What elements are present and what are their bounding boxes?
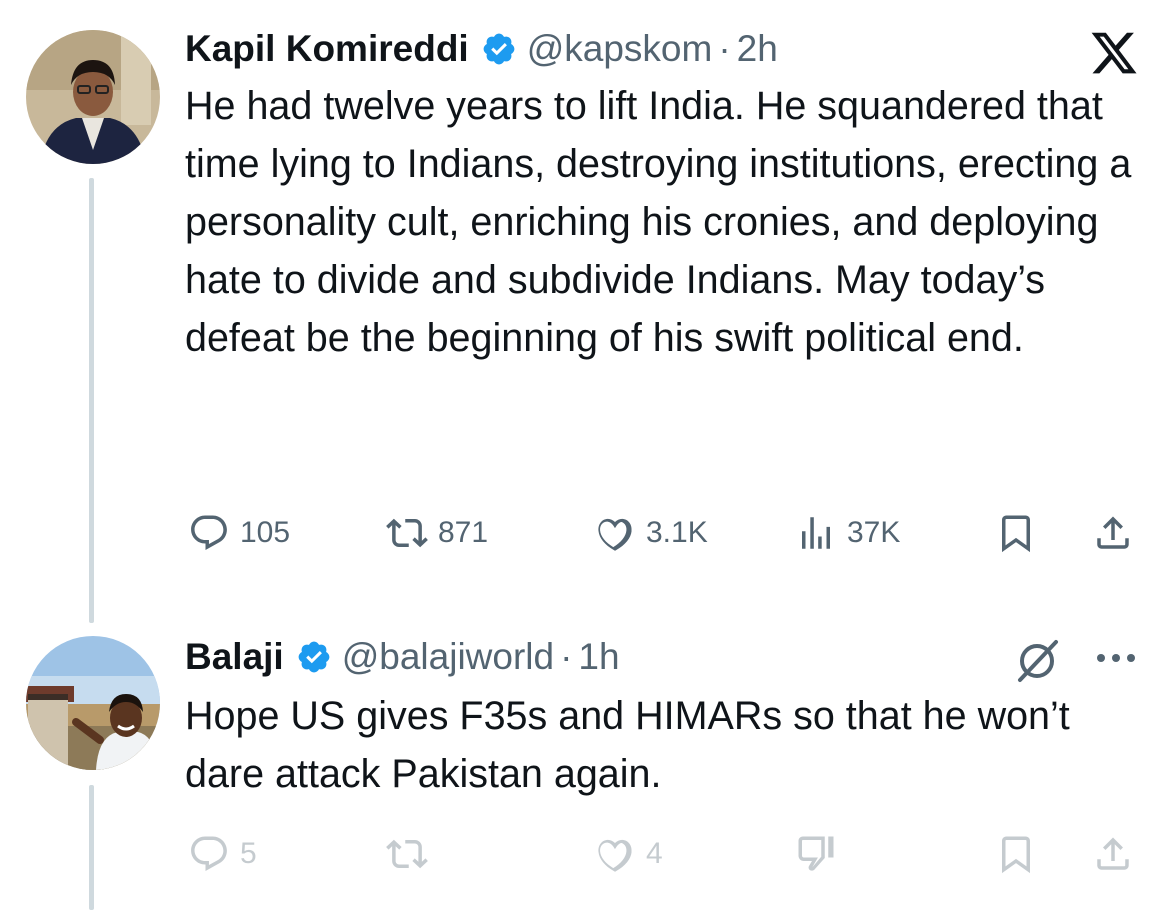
bookmark-button[interactable] <box>995 833 1037 875</box>
share-icon <box>1097 837 1129 870</box>
x-logo-icon[interactable] <box>1088 28 1140 83</box>
reply-count: 105 <box>240 516 291 549</box>
author-name[interactable]: Kapil Komireddi <box>185 28 469 70</box>
thread-line-bottom <box>89 785 94 910</box>
reply-button[interactable]: 105 <box>188 512 290 554</box>
avatar-balaji[interactable] <box>26 636 160 770</box>
tweet-kapil[interactable]: Kapil Komireddi @kapskom · 2h He had twe… <box>185 28 1143 367</box>
repost-icon <box>386 839 428 869</box>
repost-count: 871 <box>438 516 489 549</box>
reply-icon <box>191 515 227 550</box>
reply-icon <box>191 836 227 871</box>
separator-dot: · <box>718 28 731 69</box>
verified-badge-icon <box>481 31 517 67</box>
grok-icon[interactable] <box>1014 636 1062 689</box>
repost-button[interactable] <box>386 833 428 875</box>
reply-count: 5 <box>240 837 257 870</box>
like-button[interactable]: 4 <box>594 833 663 875</box>
author-name[interactable]: Balaji <box>185 636 284 678</box>
heart-icon <box>598 518 632 551</box>
views-button[interactable]: 37K <box>795 512 900 554</box>
avatar-kapil[interactable] <box>26 30 160 164</box>
like-count: 4 <box>646 837 663 870</box>
tweet-header: Kapil Komireddi @kapskom · 2h <box>185 28 1140 70</box>
bookmark-icon <box>1002 515 1030 553</box>
share-button[interactable] <box>1092 512 1134 554</box>
like-count: 3.1K <box>646 516 708 549</box>
thread-line-top <box>89 178 94 623</box>
views-count: 37K <box>847 516 901 549</box>
share-button[interactable] <box>1092 833 1134 875</box>
bookmark-button[interactable] <box>995 512 1037 554</box>
tweet-time[interactable]: 1h <box>578 636 619 678</box>
separator-dot: · <box>560 636 573 677</box>
tweet-balaji[interactable]: Balaji @balajiworld · 1h Hope US gives F… <box>185 636 1140 803</box>
share-icon <box>1097 516 1129 549</box>
verified-badge-icon <box>296 639 332 675</box>
tweet-text: He had twelve years to lift India. He sq… <box>185 84 1143 360</box>
tweet-time[interactable]: 2h <box>737 28 778 70</box>
thumbs-down-icon <box>798 836 834 871</box>
heart-icon <box>598 839 632 872</box>
tweet-header: Balaji @balajiworld · 1h <box>185 636 1140 678</box>
like-button[interactable]: 3.1K <box>594 512 708 554</box>
downvote-button[interactable] <box>795 833 837 875</box>
author-handle[interactable]: @kapskom <box>527 28 713 70</box>
bookmark-icon <box>1002 836 1030 874</box>
more-icon[interactable] <box>1094 650 1138 671</box>
tweet-text: Hope US gives F35s and HIMARs so that he… <box>185 694 1081 796</box>
author-handle[interactable]: @balajiworld <box>342 636 554 678</box>
repost-icon <box>386 518 428 548</box>
reply-button[interactable]: 5 <box>188 833 257 875</box>
views-icon <box>802 517 830 549</box>
repost-button[interactable]: 871 <box>386 512 488 554</box>
